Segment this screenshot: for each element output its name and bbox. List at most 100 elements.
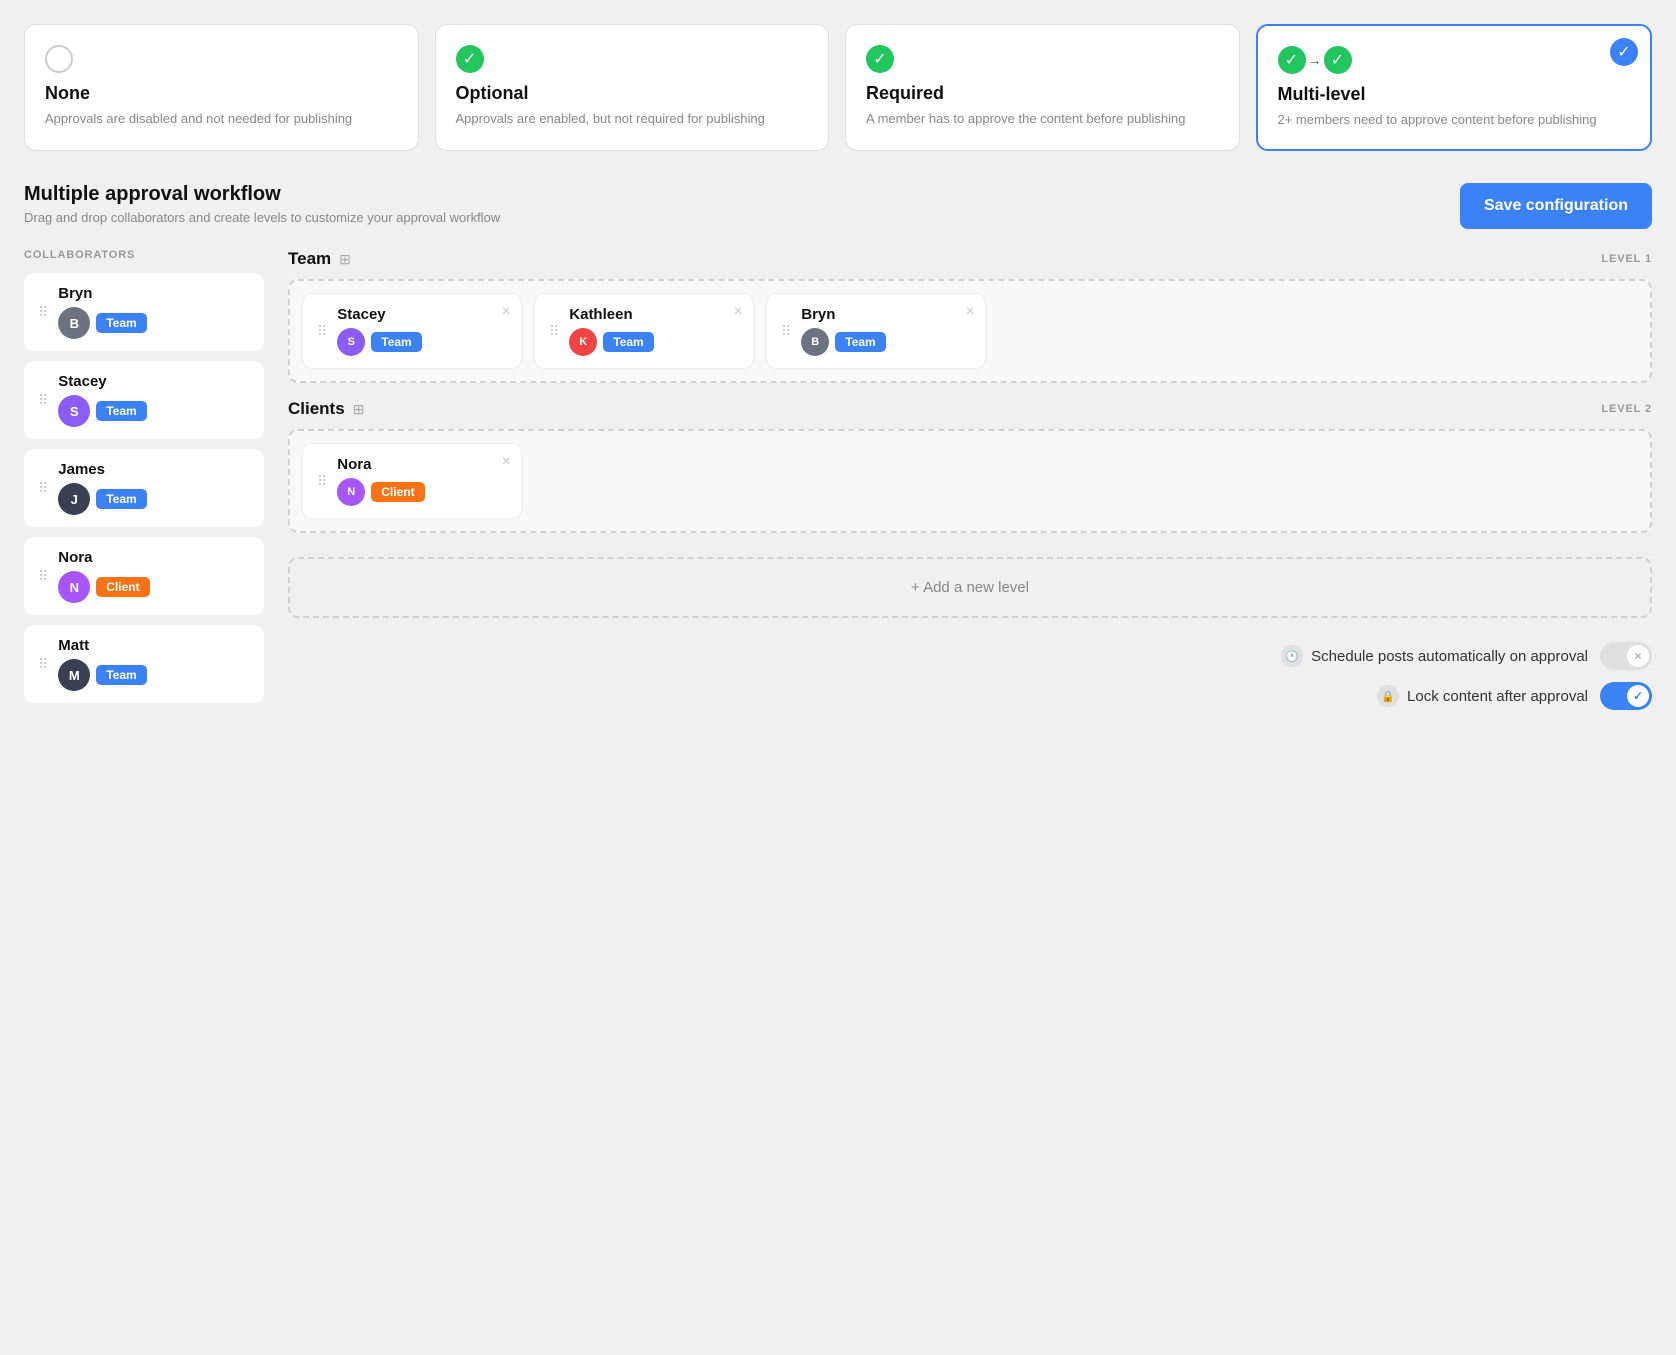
schedule-label-text: Schedule posts automatically on approval — [1311, 648, 1588, 665]
approval-card-none[interactable]: None Approvals are disabled and not need… — [24, 24, 419, 151]
level-1-name-row: Team ⊞ — [288, 249, 351, 269]
none-title: None — [45, 83, 398, 104]
level-1-badge: LEVEL 1 — [1601, 253, 1652, 265]
schedule-toggle-switch[interactable]: × — [1600, 642, 1652, 670]
collab-nora-name: Nora — [58, 549, 149, 566]
approval-card-optional[interactable]: ✓ Optional Approvals are enabled, but no… — [435, 24, 830, 151]
level-1-edit-icon[interactable]: ⊞ — [339, 251, 351, 268]
levels-panel: Team ⊞ LEVEL 1 ⠿ Stacey S Team × — [288, 249, 1652, 713]
level-1-name: Team — [288, 249, 331, 269]
close-bryn-button[interactable]: × — [966, 304, 975, 320]
tag-approver-nora: Client — [371, 482, 424, 502]
collaborator-nora[interactable]: ⠿ Nora N Client — [24, 537, 264, 615]
workflow-header: Multiple approval workflow Drag and drop… — [24, 183, 1652, 229]
bottom-section: 🕐 Schedule posts automatically on approv… — [288, 642, 1652, 710]
level-2-name: Clients — [288, 399, 345, 419]
collab-bryn-name: Bryn — [58, 285, 146, 302]
tag-bryn: Team — [96, 313, 146, 333]
lock-toggle-row: 🔒 Lock content after approval ✓ — [1377, 682, 1652, 710]
collab-stacey-info: Stacey S Team — [58, 373, 146, 427]
schedule-toggle-row: 🕐 Schedule posts automatically on approv… — [1281, 642, 1652, 670]
close-stacey-button[interactable]: × — [502, 304, 511, 320]
schedule-toggle-label: 🕐 Schedule posts automatically on approv… — [1281, 645, 1588, 667]
collab-james-name: James — [58, 461, 146, 478]
schedule-toggle-knob: × — [1627, 645, 1649, 667]
collab-nora-info: Nora N Client — [58, 549, 149, 603]
multilevel-desc: 2+ members need to approve content befor… — [1278, 111, 1631, 129]
avatar-bryn: B — [58, 307, 90, 339]
lock-toggle-switch[interactable]: ✓ — [1600, 682, 1652, 710]
level-1-section: Team ⊞ LEVEL 1 ⠿ Stacey S Team × — [288, 249, 1652, 383]
workflow-info: Multiple approval workflow Drag and drop… — [24, 183, 500, 225]
collaborator-james[interactable]: ⠿ James J Team — [24, 449, 264, 527]
tag-james: Team — [96, 489, 146, 509]
approver-nora-info: Nora N Client — [337, 456, 424, 506]
collaborator-bryn[interactable]: ⠿ Bryn B Team — [24, 273, 264, 351]
add-level-button[interactable]: + Add a new level — [288, 557, 1652, 618]
workflow-title: Multiple approval workflow — [24, 183, 500, 206]
collab-bryn-info: Bryn B Team — [58, 285, 146, 339]
multilevel-icon: ✓ → ✓ — [1278, 46, 1631, 74]
approval-card-required[interactable]: ✓ Required A member has to approve the c… — [845, 24, 1240, 151]
tag-nora: Client — [96, 577, 149, 597]
collaborator-matt[interactable]: ⠿ Matt M Team — [24, 625, 264, 703]
drag-handle-approver-kathleen: ⠿ — [549, 323, 559, 340]
multilevel-title: Multi-level — [1278, 84, 1631, 105]
avatar-stacey: S — [58, 395, 90, 427]
tag-approver-stacey: Team — [371, 332, 421, 352]
approver-kathleen-name: Kathleen — [569, 306, 653, 323]
required-icon: ✓ — [866, 45, 1219, 73]
collab-james-info: James J Team — [58, 461, 146, 515]
drag-handle-nora: ⠿ — [38, 568, 48, 585]
main-layout: COLLABORATORS ⠿ Bryn B Team ⠿ Stacey S T… — [24, 249, 1652, 713]
close-nora-button[interactable]: × — [502, 454, 511, 470]
drag-handle-matt: ⠿ — [38, 656, 48, 673]
drag-handle-james: ⠿ — [38, 480, 48, 497]
close-kathleen-button[interactable]: × — [734, 304, 743, 320]
level-2-edit-icon[interactable]: ⊞ — [353, 401, 365, 418]
avatar-approver-stacey: S — [337, 328, 365, 356]
optional-icon: ✓ — [456, 45, 809, 73]
avatar-james: J — [58, 483, 90, 515]
approver-bryn-info: Bryn B Team — [801, 306, 885, 356]
approver-card-stacey: ⠿ Stacey S Team × — [302, 293, 522, 369]
collab-matt-info: Matt M Team — [58, 637, 146, 691]
optional-title: Optional — [456, 83, 809, 104]
save-config-button[interactable]: Save configuration — [1460, 183, 1652, 229]
tag-matt: Team — [96, 665, 146, 685]
approver-kathleen-info: Kathleen K Team — [569, 306, 653, 356]
drag-handle-approver-nora: ⠿ — [317, 473, 327, 490]
drag-handle-stacey: ⠿ — [38, 392, 48, 409]
required-title: Required — [866, 83, 1219, 104]
avatar-nora: N — [58, 571, 90, 603]
workflow-desc: Drag and drop collaborators and create l… — [24, 210, 500, 225]
lock-icon: 🔒 — [1377, 685, 1399, 707]
approver-stacey-info: Stacey S Team — [337, 306, 421, 356]
lock-toggle-knob: ✓ — [1627, 685, 1649, 707]
lock-toggle-label: 🔒 Lock content after approval — [1377, 685, 1588, 707]
avatar-matt: M — [58, 659, 90, 691]
clock-icon: 🕐 — [1281, 645, 1303, 667]
collaborators-panel: COLLABORATORS ⠿ Bryn B Team ⠿ Stacey S T… — [24, 249, 264, 713]
approval-type-cards: None Approvals are disabled and not need… — [24, 24, 1652, 151]
tag-approver-bryn: Team — [835, 332, 885, 352]
optional-desc: Approvals are enabled, but not required … — [456, 110, 809, 128]
level-1-drop-zone: ⠿ Stacey S Team × ⠿ Kathleen — [288, 279, 1652, 383]
approval-card-multilevel[interactable]: ✓ ✓ → ✓ Multi-level 2+ members need to a… — [1256, 24, 1653, 151]
avatar-approver-kathleen: K — [569, 328, 597, 356]
required-desc: A member has to approve the content befo… — [866, 110, 1219, 128]
level-2-section: Clients ⊞ LEVEL 2 ⠿ Nora N Client — [288, 399, 1652, 533]
approver-nora-name: Nora — [337, 456, 424, 473]
tag-approver-kathleen: Team — [603, 332, 653, 352]
drag-handle-approver-bryn: ⠿ — [781, 323, 791, 340]
approver-card-kathleen: ⠿ Kathleen K Team × — [534, 293, 754, 369]
approver-stacey-name: Stacey — [337, 306, 421, 323]
level-2-badge: LEVEL 2 — [1601, 403, 1652, 415]
drag-handle-approver-stacey: ⠿ — [317, 323, 327, 340]
collaborator-stacey[interactable]: ⠿ Stacey S Team — [24, 361, 264, 439]
level-2-drop-zone: ⠿ Nora N Client × — [288, 429, 1652, 533]
level-2-name-row: Clients ⊞ — [288, 399, 364, 419]
tag-stacey: Team — [96, 401, 146, 421]
none-desc: Approvals are disabled and not needed fo… — [45, 110, 398, 128]
selected-check-icon: ✓ — [1610, 38, 1638, 66]
